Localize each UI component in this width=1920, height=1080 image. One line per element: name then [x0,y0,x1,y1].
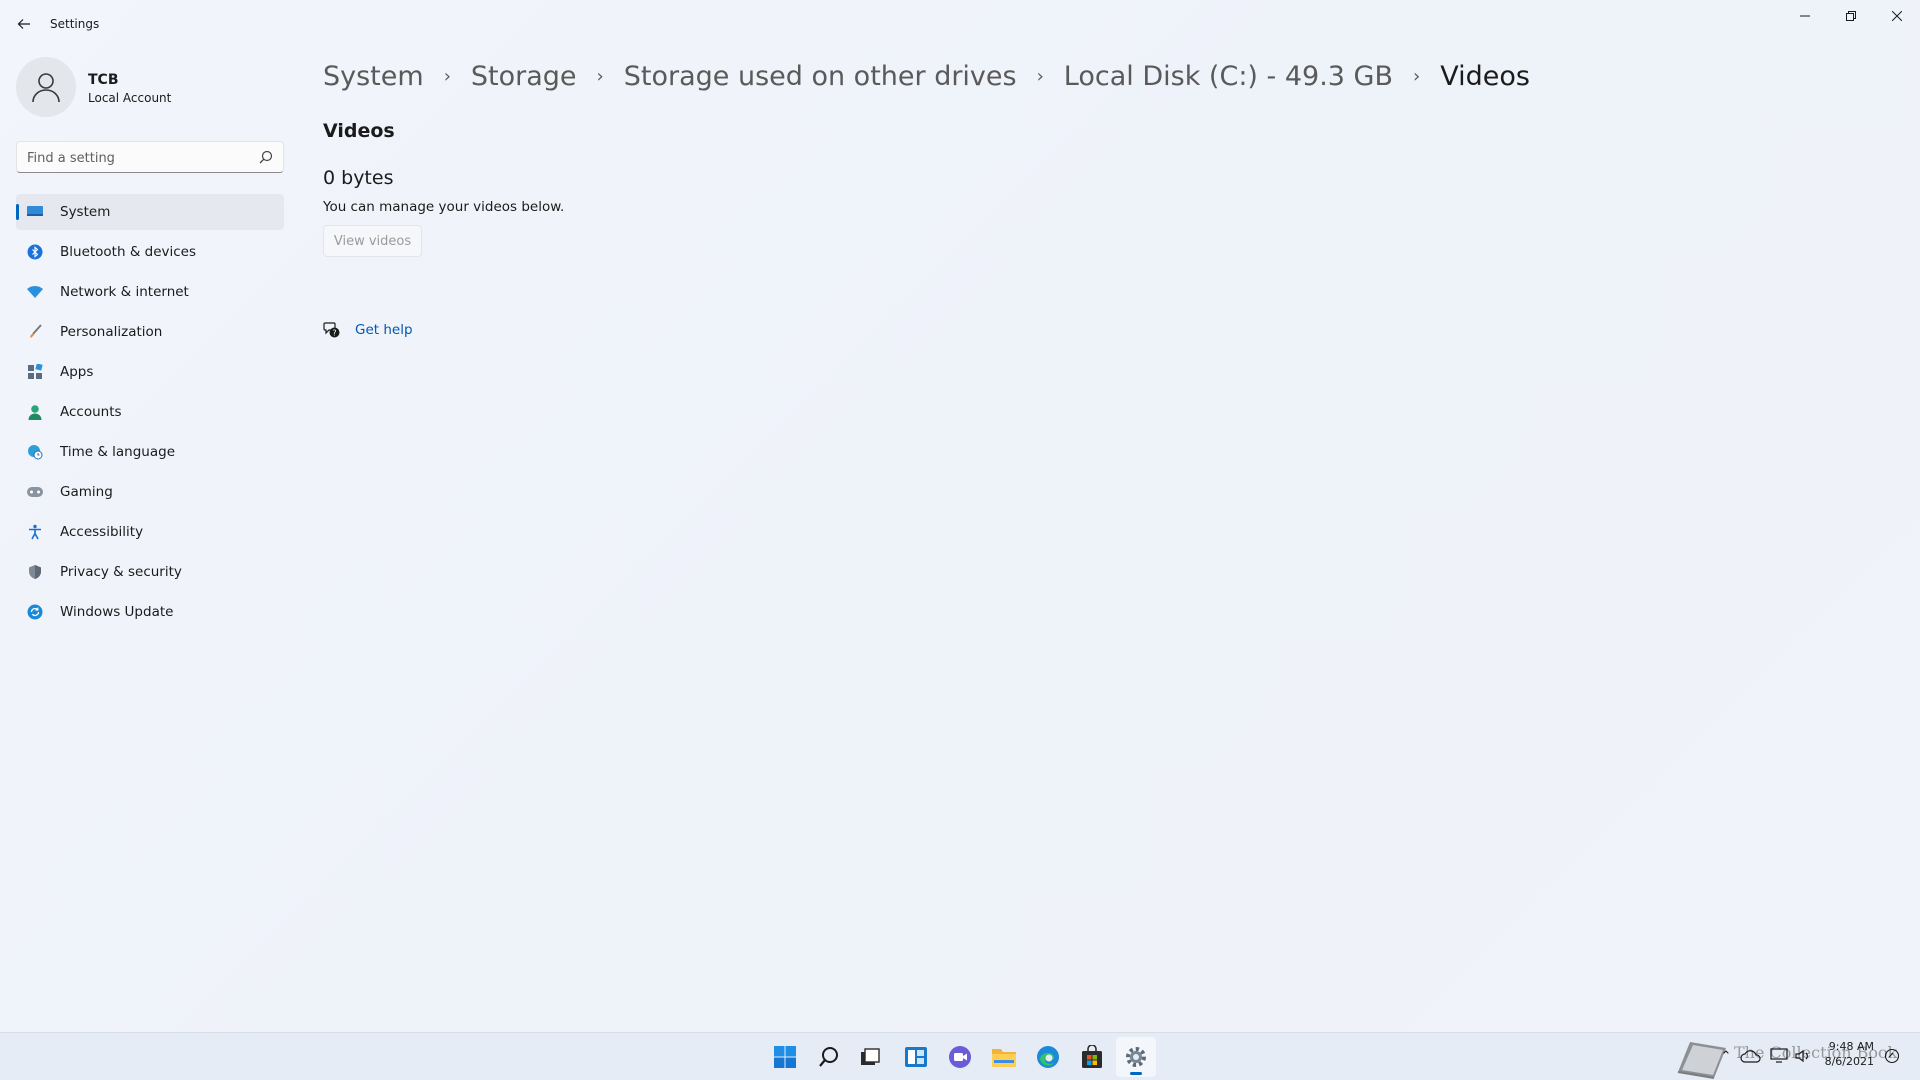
sidebar-item-privacy-security[interactable]: Privacy & security [16,554,284,590]
videos-description: You can manage your videos below. [323,199,565,215]
sidebar-item-label: Windows Update [60,604,174,620]
app-title: Settings [50,17,100,31]
person-icon [32,73,60,103]
shield-icon [26,563,44,581]
sidebar-item-bluetooth[interactable]: Bluetooth & devices [16,234,284,270]
store-button[interactable] [1072,1037,1112,1077]
person-icon [26,403,44,421]
back-button[interactable] [8,8,40,40]
sidebar-item-label: Accounts [60,404,122,420]
start-icon [774,1046,796,1068]
apps-icon [26,363,44,381]
widgets-button[interactable] [896,1037,936,1077]
breadcrumb: System › Storage › Storage used on other… [323,54,1530,98]
sidebar-item-system[interactable]: System [16,194,284,230]
sidebar-item-label: Privacy & security [60,564,182,580]
sidebar-item-gaming[interactable]: Gaming [16,474,284,510]
chevron-right-icon: › [1036,65,1044,87]
sidebar-item-label: Accessibility [60,524,144,540]
sidebar-item-label: Apps [60,364,94,380]
sidebar-item-label: Time & language [60,444,176,460]
chat-button[interactable] [940,1037,980,1077]
breadcrumb-local-disk[interactable]: Local Disk (C:) - 49.3 GB [1064,61,1393,92]
start-button[interactable] [765,1037,805,1077]
profile-name: TCB [88,72,119,88]
taskbar-search-button[interactable] [809,1037,849,1077]
help-icon: ? [323,322,340,338]
edge-button[interactable] [1028,1037,1068,1077]
settings-icon [1126,1047,1146,1067]
sidebar-item-accessibility[interactable]: Accessibility [16,514,284,550]
wifi-icon [26,283,44,301]
task-view-button[interactable] [850,1037,890,1077]
widgets-icon [905,1047,927,1067]
restore-icon [1846,11,1856,21]
paintbrush-icon [26,323,44,341]
taskbar-clock[interactable]: 9:48 AM 8/6/2021 [1822,1039,1874,1069]
close-button[interactable] [1874,0,1920,32]
sidebar-item-personalization[interactable]: Personalization [16,314,284,350]
breadcrumb-other-drives[interactable]: Storage used on other drives [624,61,1017,92]
store-icon [1082,1045,1102,1068]
chevron-right-icon: › [596,65,604,87]
chevron-right-icon: › [1413,65,1421,87]
chat-icon [949,1046,971,1068]
breadcrumb-videos: Videos [1440,60,1530,92]
videos-size-value: 0 bytes [323,167,394,189]
sidebar-item-label: Gaming [60,484,113,500]
search-input[interactable] [27,148,247,168]
sidebar-item-time-language[interactable]: Time & language [16,434,284,470]
monitor-icon [26,203,44,221]
svg-text:?: ? [332,328,336,337]
file-explorer-icon [992,1049,1016,1067]
accessibility-icon [26,523,44,541]
clock-date: 8/6/2021 [1824,1055,1874,1068]
breadcrumb-system[interactable]: System [323,61,424,92]
volume-icon[interactable] [1794,1048,1812,1064]
file-explorer-button[interactable] [984,1037,1024,1077]
sidebar-item-label: Personalization [60,324,163,340]
sidebar-item-label: Network & internet [60,284,189,300]
task-view-icon [861,1048,880,1065]
sidebar-item-network[interactable]: Network & internet [16,274,284,310]
minimize-icon [1800,15,1810,17]
breadcrumb-storage[interactable]: Storage [471,61,577,92]
sidebar-item-label: Bluetooth & devices [60,244,197,260]
taskbar [0,1032,1920,1080]
search-icon[interactable] [259,150,273,164]
close-icon [1892,11,1902,21]
section-title: Videos [323,120,395,142]
avatar[interactable] [16,57,76,117]
globe-clock-icon [26,443,44,461]
back-arrow-icon [17,19,30,29]
update-icon [26,603,44,621]
settings-window: Settings TCB Local Account System [0,0,1920,1032]
clock-time: 9:48 AM [1828,1040,1874,1053]
search-box [16,141,284,173]
sidebar-item-label: System [60,204,111,220]
title-bar: Settings [0,0,1920,48]
cloud-icon[interactable] [1740,1048,1762,1064]
settings-taskbar-button[interactable] [1116,1037,1156,1077]
system-tray: ⌃ [1716,1036,1812,1076]
sidebar-nav: System Bluetooth & devices Network & int… [16,194,284,634]
edge-icon [1037,1046,1059,1068]
bluetooth-icon [26,243,44,261]
notification-icon[interactable] [1884,1048,1900,1064]
restore-button[interactable] [1828,0,1874,32]
profile-account-type: Local Account [88,91,172,105]
sidebar-item-windows-update[interactable]: Windows Update [16,594,284,630]
get-help-link[interactable]: ? Get help [323,320,413,340]
chevron-up-icon[interactable]: ⌃ [1716,1049,1736,1064]
view-videos-button[interactable]: View videos [323,225,422,257]
search-icon [819,1047,838,1067]
display-icon[interactable] [1770,1048,1788,1064]
get-help-label: Get help [355,322,413,338]
chevron-right-icon: › [443,65,451,87]
sidebar-item-apps[interactable]: Apps [16,354,284,390]
sidebar-item-accounts[interactable]: Accounts [16,394,284,430]
minimize-button[interactable] [1782,0,1828,32]
gamepad-icon [26,483,44,501]
